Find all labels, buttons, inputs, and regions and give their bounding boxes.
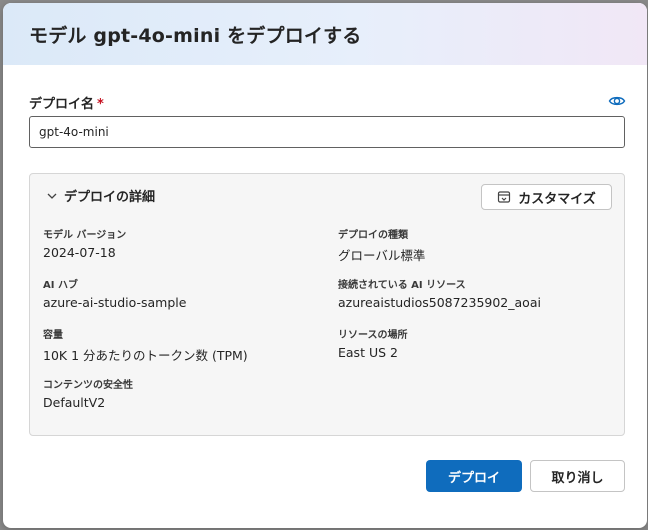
chevron-down-icon bbox=[47, 193, 57, 199]
model-version-label: モデル バージョン bbox=[43, 230, 127, 241]
resource-location-label: リソースの場所 bbox=[338, 330, 408, 341]
dialog-title: モデル gpt-4o-mini をデプロイする bbox=[29, 24, 362, 47]
ai-resource-label: 接続されている AI リソース bbox=[338, 280, 466, 291]
customize-button[interactable]: カスタマイズ bbox=[481, 184, 612, 210]
deployment-type-value: グローバル標準 bbox=[338, 248, 426, 263]
deployment-type-label: デプロイの種類 bbox=[338, 230, 408, 241]
capacity-property: 容量 10K 1 分あたりのトークン数 (TPM) bbox=[43, 326, 248, 364]
required-marker: * bbox=[97, 97, 104, 112]
resource-location-property: リソースの場所 East US 2 bbox=[338, 326, 408, 360]
deployment-details-title: デプロイの詳細 bbox=[64, 190, 156, 205]
content-safety-value: DefaultV2 bbox=[43, 395, 106, 410]
deploy-model-dialog: モデル gpt-4o-mini をデプロイする デプロイ名* デプロイの詳細 カ… bbox=[3, 3, 647, 528]
ai-hub-value: azure-ai-studio-sample bbox=[43, 295, 187, 310]
model-version-property: モデル バージョン 2024-07-18 bbox=[43, 226, 126, 260]
deploy-button[interactable]: デプロイ bbox=[426, 460, 522, 492]
capacity-label: 容量 bbox=[43, 330, 63, 341]
resource-location-value: East US 2 bbox=[338, 345, 398, 360]
ai-resource-value: azureaistudios5087235902_aoai bbox=[338, 295, 541, 310]
deployment-type-property: デプロイの種類 グローバル標準 bbox=[338, 226, 425, 264]
capacity-value: 10K 1 分あたりのトークン数 (TPM) bbox=[43, 348, 248, 363]
content-safety-label: コンテンツの安全性 bbox=[43, 380, 133, 391]
ai-hub-property: AI ハブ azure-ai-studio-sample bbox=[43, 276, 186, 310]
model-version-value: 2024-07-18 bbox=[43, 245, 116, 260]
customize-button-label: カスタマイズ bbox=[518, 191, 596, 207]
deployment-details-panel: デプロイの詳細 カスタマイズ モデル バージョン 2024-07-18 デプロイ… bbox=[29, 173, 625, 436]
cancel-button[interactable]: 取り消し bbox=[530, 460, 625, 492]
ai-hub-label: AI ハブ bbox=[43, 280, 78, 291]
deployment-details-toggle[interactable]: デプロイの詳細 bbox=[46, 186, 155, 205]
dialog-header: モデル gpt-4o-mini をデプロイする bbox=[3, 3, 647, 65]
deployment-name-input[interactable] bbox=[29, 116, 625, 148]
content-safety-property: コンテンツの安全性 DefaultV2 bbox=[43, 376, 133, 410]
deployment-name-label: デプロイ名 * bbox=[29, 93, 104, 112]
eye-icon[interactable] bbox=[608, 92, 626, 110]
ai-resource-property: 接続されている AI リソース azureaistudios5087235902… bbox=[338, 276, 541, 310]
deployment-name-label-text: デプロイ名 bbox=[29, 97, 95, 112]
customize-icon bbox=[498, 191, 511, 203]
